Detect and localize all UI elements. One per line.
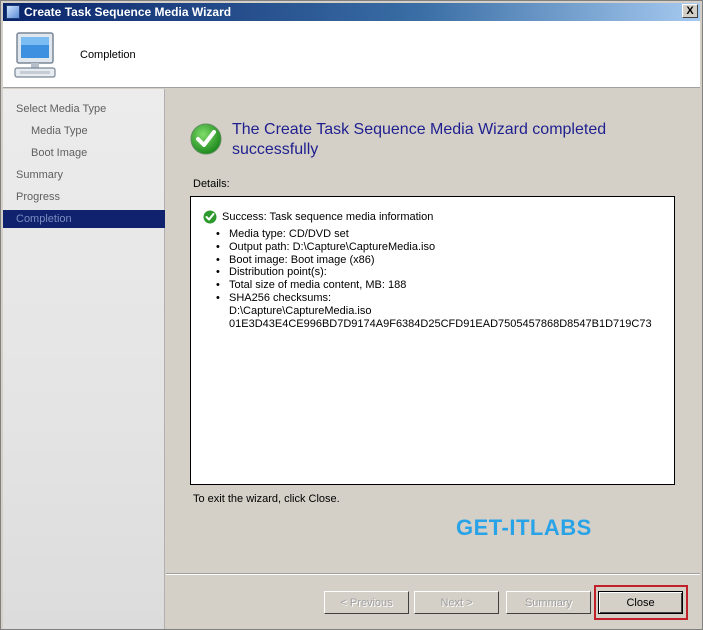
success-text: Success: Task sequence media information: [222, 211, 434, 223]
watermark: GET-ITLABS: [456, 515, 592, 540]
nav-item-media-type[interactable]: Media Type: [31, 125, 88, 137]
nav-item-progress[interactable]: Progress: [16, 191, 60, 203]
previous-button[interactable]: < Previous: [324, 591, 409, 614]
success-line: Success: Task sequence media information: [203, 210, 433, 224]
main-panel: The Create Task Sequence Media Wizard co…: [166, 89, 700, 571]
completion-headline: The Create Task Sequence Media Wizard co…: [232, 121, 607, 158]
footer-divider: [166, 573, 700, 575]
wizard-window: Create Task Sequence Media Wizard X Comp…: [0, 0, 703, 630]
detail-distribution-points: Distribution point(s):: [216, 266, 652, 279]
success-small-check-icon: [203, 210, 217, 224]
wizard-app-icon: [6, 5, 20, 19]
details-list: Media type: CD/DVD set Output path: D:\C…: [216, 228, 652, 330]
detail-boot-image: Boot image: Boot image (x86): [216, 254, 652, 267]
nav-item-boot-image[interactable]: Boot Image: [31, 147, 87, 159]
header-title: Completion: [80, 49, 136, 61]
nav-item-completion[interactable]: Completion: [3, 210, 165, 228]
details-textbox[interactable]: Success: Task sequence media information…: [190, 196, 675, 485]
details-label: Details:: [193, 178, 230, 190]
computer-icon: [14, 32, 56, 78]
exit-instruction: To exit the wizard, click Close.: [193, 493, 340, 505]
title-bar[interactable]: Create Task Sequence Media Wizard X: [3, 3, 700, 21]
checksum-file: D:\Capture\CaptureMedia.iso: [229, 304, 372, 317]
detail-total-size: Total size of media content, MB: 188: [216, 279, 652, 292]
wizard-header: Completion: [3, 21, 700, 88]
success-check-icon: [190, 123, 222, 155]
window-title: Create Task Sequence Media Wizard: [24, 5, 232, 19]
nav-item-summary[interactable]: Summary: [16, 169, 63, 181]
wizard-steps-nav: Select Media Type Media Type Boot Image …: [3, 89, 165, 629]
detail-output-path: Output path: D:\Capture\CaptureMedia.iso: [216, 241, 652, 254]
detail-media-type: Media type: CD/DVD set: [216, 228, 652, 241]
detail-checksums: SHA256 checksums:: [216, 292, 652, 305]
summary-button[interactable]: Summary: [506, 591, 591, 614]
next-button[interactable]: Next >: [414, 591, 499, 614]
checksum-value: 01E3D43E4CE996BD7D9174A9F6384D25CFD91EAD…: [229, 317, 652, 330]
nav-item-select-media-type[interactable]: Select Media Type: [16, 103, 106, 115]
close-button-highlight: [594, 585, 688, 620]
window-close-button[interactable]: X: [682, 4, 698, 18]
